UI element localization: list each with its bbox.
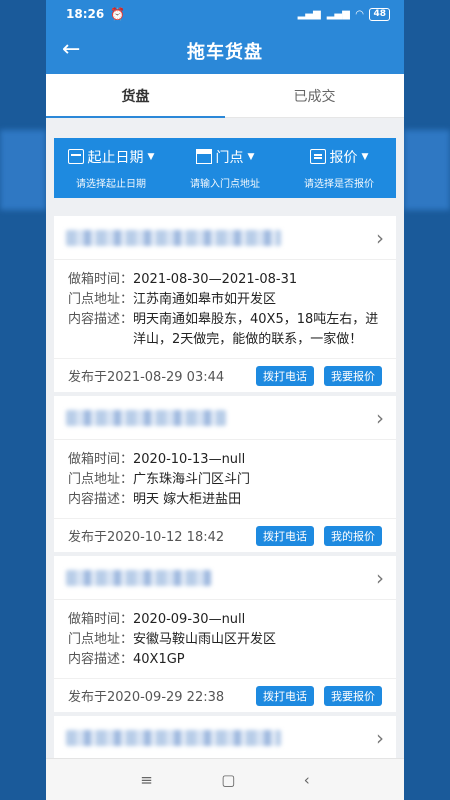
time-label: 做箱时间： bbox=[68, 452, 134, 467]
filter-store[interactable]: 门点 ▼ 请输入门点地址 bbox=[168, 138, 282, 198]
card-header[interactable]: › bbox=[54, 216, 396, 260]
filter-store-label: 门点 bbox=[215, 149, 244, 166]
company-name-blurred bbox=[66, 569, 211, 586]
status-bar: 18:26 ⏰ ▂▄▆ ▂▄▆ ◠ 48 bbox=[46, 0, 404, 28]
filter-bar: 起止日期 ▼ 请选择起止日期 门点 ▼ 请输入门点地址 报价 ▼ 请选择是否报价 bbox=[54, 138, 396, 198]
filter-date-label: 起止日期 bbox=[87, 149, 144, 166]
time-label: 做箱时间： bbox=[68, 272, 134, 287]
desc-label: 内容描述： bbox=[68, 492, 134, 507]
address-label: 门点地址： bbox=[68, 472, 134, 487]
tab-bar: 货盘 已成交 bbox=[46, 74, 404, 118]
desc-value: 明天南通如皋股东，40X5，18吨左右，进洋山，2天做完，能做的联系，一家做！ bbox=[133, 312, 379, 347]
publish-time: 发布于2020-09-29 22:38 bbox=[68, 690, 225, 705]
desc-label: 内容描述： bbox=[68, 312, 134, 327]
background-blur-right bbox=[404, 0, 450, 800]
calendar-icon bbox=[67, 149, 84, 164]
call-button[interactable]: 拨打电话 bbox=[256, 365, 314, 386]
signal-icon-2: ▂▄▆ bbox=[326, 8, 350, 20]
filter-quote[interactable]: 报价 ▼ 请选择是否报价 bbox=[282, 138, 396, 198]
chevron-down-icon: ▼ bbox=[247, 151, 255, 162]
listing-card[interactable]: › bbox=[54, 716, 396, 760]
document-icon bbox=[309, 149, 326, 164]
listing-card[interactable]: › 做箱时间： 2020-10-13—null 门点地址： 广东珠海斗门区斗门 内容… bbox=[54, 396, 396, 552]
company-name-blurred bbox=[66, 729, 281, 746]
desc-label: 内容描述： bbox=[68, 652, 134, 667]
card-header[interactable]: › bbox=[54, 556, 396, 600]
address-value: 安徽马鞍山雨山区开发区 bbox=[133, 632, 277, 647]
signal-icon: ▂▄▆ bbox=[297, 8, 321, 20]
status-time: 18:26 bbox=[66, 7, 105, 21]
my-quote-button[interactable]: 我的报价 bbox=[324, 525, 382, 546]
address-label: 门点地址： bbox=[68, 632, 134, 647]
tab-completed[interactable]: 已成交 bbox=[225, 74, 404, 117]
store-icon bbox=[195, 149, 212, 164]
card-body: 做箱时间： 2020-09-30—null 门点地址： 安徽马鞍山雨山区开发区 内容… bbox=[54, 600, 396, 678]
app-screen: 18:26 ⏰ ▂▄▆ ▂▄▆ ◠ 48 ← 拖车货盘 货盘 已成交 起止日期 … bbox=[46, 0, 404, 800]
chevron-down-icon: ▼ bbox=[147, 151, 155, 162]
time-value: 2020-10-13—null bbox=[133, 452, 246, 467]
call-button[interactable]: 拨打电话 bbox=[256, 685, 314, 706]
menu-icon[interactable]: ≡ bbox=[140, 771, 153, 789]
card-body: 做箱时间： 2021-08-30—2021-08-31 门点地址： 江苏南通如皋市如… bbox=[54, 260, 396, 358]
chevron-right-icon[interactable]: › bbox=[376, 726, 384, 750]
card-footer: 发布于2020-10-12 18:42 拨打电话 我的报价 bbox=[54, 518, 396, 552]
time-value: 2020-09-30—null bbox=[133, 612, 246, 627]
background-blur-left bbox=[0, 0, 46, 800]
card-header[interactable]: › bbox=[54, 396, 396, 440]
chevron-right-icon[interactable]: › bbox=[376, 406, 384, 430]
publish-time: 发布于2020-10-12 18:42 bbox=[68, 530, 225, 545]
chevron-right-icon[interactable]: › bbox=[376, 226, 384, 250]
time-label: 做箱时间： bbox=[68, 612, 134, 627]
battery-icon: 48 bbox=[369, 7, 390, 21]
desc-value: 明天 嫁大柜进盐田 bbox=[133, 492, 242, 507]
card-header[interactable]: › bbox=[54, 716, 396, 760]
quote-button[interactable]: 我要报价 bbox=[324, 685, 382, 706]
chevron-down-icon: ▼ bbox=[361, 151, 369, 162]
filter-date[interactable]: 起止日期 ▼ 请选择起止日期 bbox=[54, 138, 168, 198]
tab-cargo[interactable]: 货盘 bbox=[46, 74, 225, 118]
publish-time: 发布于2021-08-29 03:44 bbox=[68, 370, 225, 385]
filter-date-hint: 请选择起止日期 bbox=[76, 178, 146, 190]
address-label: 门点地址： bbox=[68, 292, 134, 307]
listing-card[interactable]: › 做箱时间： 2020-09-30—null 门点地址： 安徽马鞍山雨山区开发区 … bbox=[54, 556, 396, 712]
address-value: 广东珠海斗门区斗门 bbox=[133, 472, 251, 487]
company-name-blurred bbox=[66, 229, 281, 246]
listing-card[interactable]: › 做箱时间： 2021-08-30—2021-08-31 门点地址： 江苏南通如皋… bbox=[54, 216, 396, 392]
address-value: 江苏南通如皋市如开发区 bbox=[133, 292, 277, 307]
card-footer: 发布于2020-09-29 22:38 拨打电话 我要报价 bbox=[54, 678, 396, 712]
home-icon[interactable]: ▢ bbox=[221, 771, 235, 789]
company-name-blurred bbox=[66, 409, 226, 426]
filter-quote-label: 报价 bbox=[329, 149, 358, 166]
chevron-right-icon[interactable]: › bbox=[376, 566, 384, 590]
back-icon[interactable]: ‹ bbox=[304, 771, 310, 789]
quote-button[interactable]: 我要报价 bbox=[324, 365, 382, 386]
back-arrow-icon[interactable]: ← bbox=[62, 38, 80, 62]
alarm-icon: ⏰ bbox=[110, 7, 126, 21]
filter-store-hint: 请输入门点地址 bbox=[190, 178, 260, 190]
call-button[interactable]: 拨打电话 bbox=[256, 525, 314, 546]
status-icons: ▂▄▆ ▂▄▆ ◠ 48 bbox=[297, 7, 390, 21]
title-bar: ← 拖车货盘 bbox=[46, 28, 404, 74]
card-footer: 发布于2021-08-29 03:44 拨打电话 我要报价 bbox=[54, 358, 396, 392]
page-title: 拖车货盘 bbox=[187, 42, 263, 63]
listing-list: › 做箱时间： 2021-08-30—2021-08-31 门点地址： 江苏南通如皋… bbox=[54, 216, 396, 764]
time-value: 2021-08-30—2021-08-31 bbox=[133, 272, 298, 287]
filter-quote-hint: 请选择是否报价 bbox=[304, 178, 374, 190]
desc-value: 40X1GP bbox=[133, 652, 185, 667]
wifi-icon: ◠ bbox=[355, 8, 364, 20]
card-body: 做箱时间： 2020-10-13—null 门点地址： 广东珠海斗门区斗门 内容描述… bbox=[54, 440, 396, 518]
system-nav-bar: ≡ ▢ ‹ bbox=[46, 758, 404, 800]
